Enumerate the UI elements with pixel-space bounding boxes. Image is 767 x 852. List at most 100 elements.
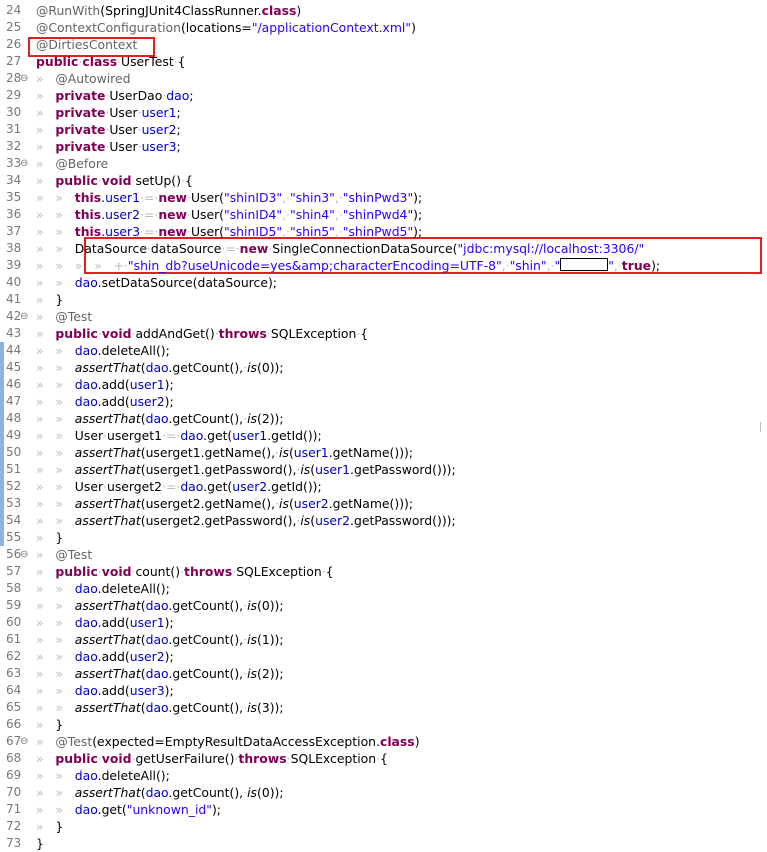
code-line[interactable]: 45 » » assertThat(dao.getCount(),·is(0));: [0, 359, 767, 376]
code-token: UserTest: [121, 54, 174, 69]
code-line[interactable]: 34 » public·void·setUp()·{: [0, 172, 767, 189]
code-line[interactable]: 41 » }: [0, 291, 767, 308]
code-text: » » User·userget2·=·dao.get(user2.getId(…: [36, 478, 322, 495]
code-editor[interactable]: 24 @RunWith(SpringJUnit4ClassRunner.class…: [0, 0, 767, 851]
code-token: }: [55, 292, 64, 307]
code-token: assertThat: [74, 360, 141, 375]
code-line[interactable]: 49 » » User·userget1·=·dao.get(user1.getI…: [0, 427, 767, 444]
code-line[interactable]: 52 » » User·userget2·=·dao.get(user2.getI…: [0, 478, 767, 495]
code-text: }: [36, 835, 44, 852]
code-line[interactable]: 62 » » dao.add(user2);: [0, 648, 767, 665]
code-token: assertThat: [74, 496, 141, 511]
code-line[interactable]: 29 » private·UserDao·dao;: [0, 87, 767, 104]
code-line[interactable]: 50 » » assertThat(userget1.getName(),·is(…: [0, 444, 767, 461]
code-token: .deleteAll();: [97, 581, 170, 596]
code-text: » » DataSource·dataSource·=·new·SingleCo…: [36, 240, 644, 257]
code-line[interactable]: 72 » }: [0, 818, 767, 835]
code-line[interactable]: 70 » » assertThat(dao.getCount(),·is(0));: [0, 784, 767, 801]
code-line[interactable]: 69 » » dao.deleteAll();: [0, 767, 767, 784]
fold-toggle-icon[interactable]: ⊖: [20, 155, 28, 172]
code-line[interactable]: 65 » » assertThat(dao.getCount(),·is(3));: [0, 699, 767, 716]
code-line[interactable]: 32 » private·User·user3;: [0, 138, 767, 155]
code-token: ,·: [334, 190, 343, 205]
code-line[interactable]: 28 ⊖» @Autowired: [0, 70, 767, 87]
code-text: » }: [36, 291, 63, 308]
line-number: 37: [6, 224, 22, 238]
code-token: user2: [105, 207, 141, 222]
code-line[interactable]: 30 » private·User·user1;: [0, 104, 767, 121]
code-text: @ContextConfiguration(locations="/applic…: [36, 19, 416, 36]
code-token: dao: [74, 275, 98, 290]
code-token: );: [164, 394, 174, 409]
fold-toggle-icon[interactable]: ⊖: [20, 70, 28, 87]
fold-toggle-icon[interactable]: ⊖: [20, 546, 28, 563]
code-line[interactable]: 54 » » assertThat(userget2.getPassword(),…: [0, 512, 767, 529]
code-line[interactable]: 38 » » DataSource·dataSource·=·new·Single…: [0, 240, 767, 257]
code-line[interactable]: 47 » » dao.add(user2);: [0, 393, 767, 410]
code-token: »: [36, 530, 56, 545]
code-token: »: [36, 326, 56, 341]
code-token: » »: [36, 700, 75, 715]
code-line[interactable]: 37 » » this.user3·=·new·User("shinID5",·"…: [0, 223, 767, 240]
code-token: dao: [145, 666, 169, 681]
code-line[interactable]: 57 » public·void·count()·throws·SQLExcept…: [0, 563, 767, 580]
code-token: assertThat: [74, 462, 141, 477]
code-line[interactable]: 36 » » this.user2·=·new·User("shinID4",·"…: [0, 206, 767, 223]
code-line[interactable]: 51 » » assertThat(userget1.getPassword(),…: [0, 461, 767, 478]
code-token: user2: [293, 496, 329, 511]
code-line[interactable]: 42 ⊖» @Test: [0, 308, 767, 325]
line-number: 70: [6, 785, 22, 799]
code-token: dao: [145, 360, 169, 375]
code-line[interactable]: 39 » » » » +·"shin_db?useUnicode=yes&amp;…: [0, 257, 767, 274]
code-line[interactable]: 68 » public·void·getUserFailure()·throws·…: [0, 750, 767, 767]
fold-toggle-icon[interactable]: ⊖: [20, 308, 28, 325]
code-line[interactable]: 26 @DirtiesContext: [0, 36, 767, 53]
code-line[interactable]: 48 » » assertThat(dao.getCount(),·is(2));: [0, 410, 767, 427]
code-line[interactable]: 64 » » dao.add(user3);: [0, 682, 767, 699]
line-number: 73: [6, 836, 22, 850]
code-token: .getName()));: [328, 445, 414, 460]
code-token: » »: [36, 190, 75, 205]
code-token: (userget2.getPassword(),: [140, 513, 297, 528]
code-token: @Before: [55, 156, 109, 171]
code-token: private: [55, 88, 106, 103]
code-token: »: [36, 717, 56, 732]
code-token: » »: [36, 394, 75, 409]
code-line[interactable]: 56 ⊖» @Test: [0, 546, 767, 563]
code-line[interactable]: 61 » » assertThat(dao.getCount(),·is(1));: [0, 631, 767, 648]
code-token: »: [36, 819, 56, 834]
code-token: "shinPwd5": [342, 224, 414, 239]
code-line[interactable]: 35 » » this.user1·=·new·User("shinID3",·"…: [0, 189, 767, 206]
code-line[interactable]: 71 » » dao.get("unknown_id");: [0, 801, 767, 818]
line-number: 44: [6, 343, 22, 357]
line-number: 40: [6, 275, 22, 289]
code-line[interactable]: 59 » » assertThat(dao.getCount(),·is(0));: [0, 597, 767, 614]
code-line[interactable]: 43 » public·void·addAndGet()·throws·SQLEx…: [0, 325, 767, 342]
code-line[interactable]: 31 » private·User·user2;: [0, 121, 767, 138]
code-line[interactable]: 44 » » dao.deleteAll();: [0, 342, 767, 359]
code-token: » »: [36, 207, 75, 222]
code-line[interactable]: 66 » }: [0, 716, 767, 733]
code-line[interactable]: 73}: [0, 835, 767, 852]
code-token: "unknown_id": [126, 802, 212, 817]
code-text: » » assertThat(dao.getCount(),·is(2));: [36, 665, 284, 682]
code-line[interactable]: 55 » }: [0, 529, 767, 546]
code-line[interactable]: 63 » » assertThat(dao.getCount(),·is(2));: [0, 665, 767, 682]
code-line[interactable]: 24 @RunWith(SpringJUnit4ClassRunner.class…: [0, 2, 767, 19]
code-text: » » dao.deleteAll();: [36, 342, 170, 359]
code-line[interactable]: 67 ⊖» @Test(expected=EmptyResultDataAcces…: [0, 733, 767, 750]
code-line[interactable]: 58 » » dao.deleteAll();: [0, 580, 767, 597]
code-line[interactable]: 25 @ContextConfiguration(locations="/appl…: [0, 19, 767, 36]
line-number: 65: [6, 700, 22, 714]
code-token: dao: [180, 428, 204, 443]
code-token: user1: [129, 377, 165, 392]
code-line[interactable]: 33 ⊖» @Before: [0, 155, 767, 172]
code-line[interactable]: 46 » » dao.add(user1);: [0, 376, 767, 393]
code-line[interactable]: 40 » » dao.setDataSource(dataSource);: [0, 274, 767, 291]
line-number: 31: [6, 122, 22, 136]
code-line[interactable]: 53 » » assertThat(userget2.getName(),·is(…: [0, 495, 767, 512]
code-line[interactable]: 27 public·class·UserTest·{: [0, 53, 767, 70]
fold-toggle-icon[interactable]: ⊖: [20, 733, 28, 750]
code-line[interactable]: 60 » » dao.add(user1);: [0, 614, 767, 631]
line-number: 52: [6, 479, 22, 493]
